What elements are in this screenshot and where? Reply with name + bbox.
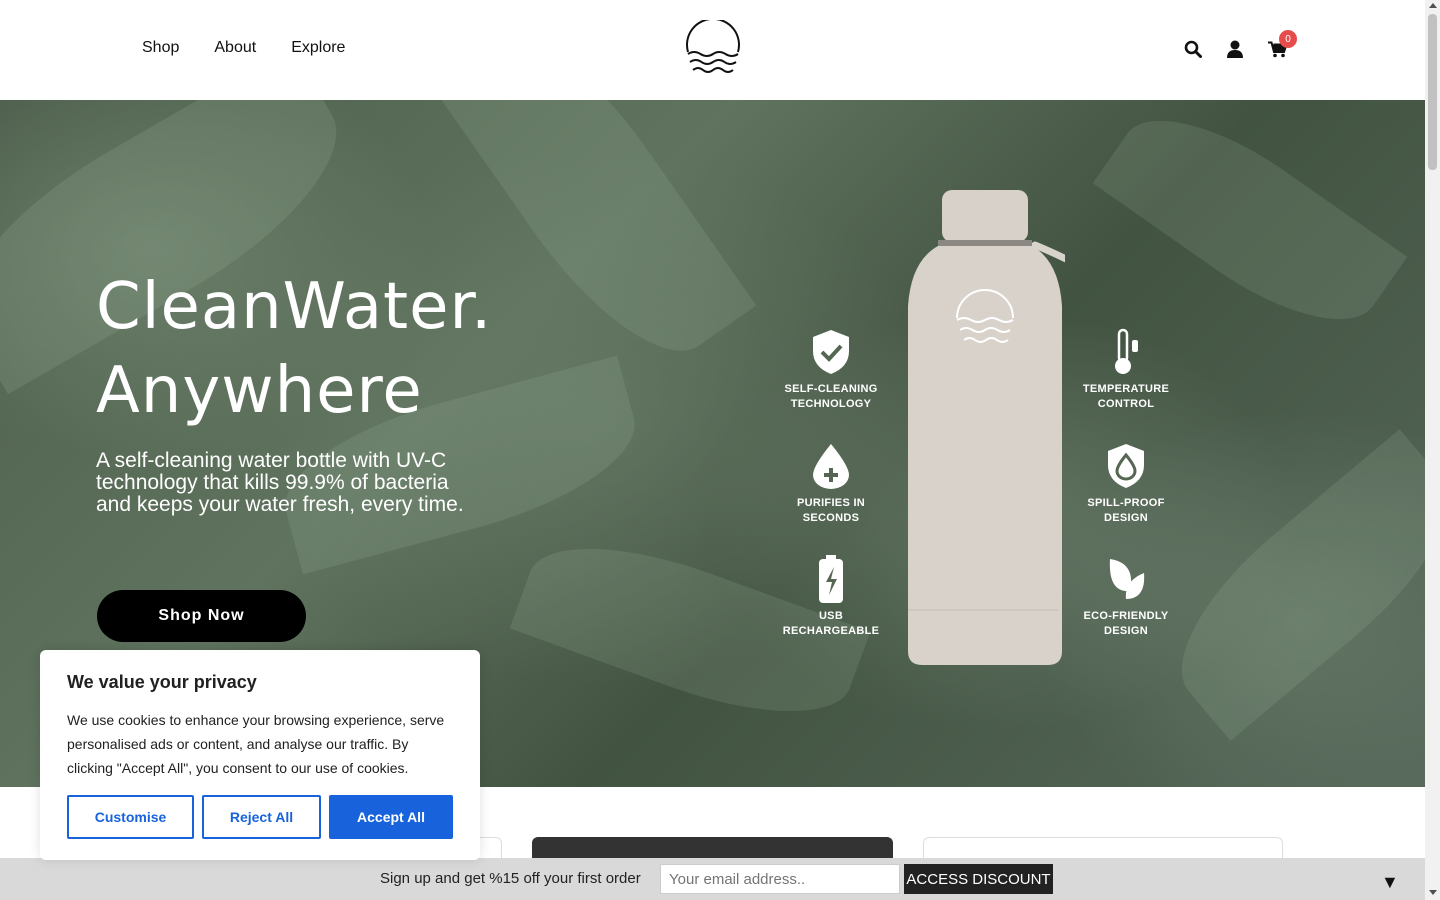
feature-label: PURIFIES IN SECONDS — [796, 497, 866, 524]
background-leaf — [1092, 100, 1408, 356]
page-scrollbar[interactable] — [1425, 0, 1440, 900]
hero-title-line-1: CleanWater. — [96, 270, 493, 344]
scroll-down-icon[interactable] — [1429, 890, 1437, 895]
battery-icon — [819, 555, 843, 603]
email-input[interactable] — [660, 864, 900, 894]
feature-purifies: PURIFIES IN SECONDS — [776, 442, 886, 526]
feature-label: SELF-CLEANING TECHNOLOGY — [784, 383, 878, 410]
cart-count-badge: 0 — [1279, 30, 1297, 48]
drop-plus-icon — [813, 444, 849, 489]
access-discount-button[interactable]: ACCESS DISCOUNT — [904, 864, 1053, 894]
feature-usb: USB RECHARGEABLE — [776, 555, 886, 639]
header-actions: 0 — [1183, 30, 1297, 59]
cookie-consent-banner: We value your privacy We use cookies to … — [40, 650, 480, 860]
logo-icon[interactable] — [684, 20, 742, 80]
hero-title-line-2: Anywhere — [96, 354, 423, 428]
reject-all-button[interactable]: Reject All — [202, 795, 321, 839]
collapse-toggle-icon[interactable]: ▼ — [1381, 872, 1399, 893]
feature-self-cleaning: SELF-CLEANING TECHNOLOGY — [776, 328, 886, 412]
hero-subtitle: A self-cleaning water bottle with UV-C t… — [96, 449, 464, 516]
thermometer-icon — [1115, 328, 1138, 374]
nav-explore[interactable]: Explore — [291, 39, 345, 57]
cart-icon[interactable]: 0 — [1267, 30, 1297, 59]
feature-label: SPILL-PROOF DESIGN — [1087, 497, 1165, 524]
nav-about[interactable]: About — [214, 39, 256, 57]
leaf-icon — [1109, 559, 1145, 599]
feature-label: USB RECHARGEABLE — [782, 610, 880, 637]
feature-spill-proof: SPILL-PROOF DESIGN — [1071, 442, 1181, 526]
feature-temperature: TEMPERATURE CONTROL — [1071, 328, 1181, 412]
nav-shop[interactable]: Shop — [142, 39, 179, 57]
background-leaf — [1146, 429, 1425, 741]
scrollbar-thumb[interactable] — [1428, 14, 1437, 170]
shop-now-button[interactable]: Shop Now — [97, 590, 306, 642]
feature-label: TEMPERATURE CONTROL — [1082, 383, 1170, 410]
accept-all-button[interactable]: Accept All — [329, 795, 453, 839]
bottle-image — [908, 190, 1065, 665]
signup-text: Sign up and get %15 off your first order — [380, 870, 641, 887]
feature-eco-friendly: ECO-FRIENDLY DESIGN — [1071, 555, 1181, 639]
scroll-up-icon[interactable] — [1429, 3, 1437, 8]
shield-drop-icon — [1108, 444, 1144, 488]
cookie-title: We value your privacy — [67, 672, 257, 692]
main-nav: Shop About Explore — [142, 39, 380, 57]
feature-label: ECO-FRIENDLY DESIGN — [1083, 610, 1169, 637]
search-icon[interactable] — [1183, 39, 1203, 59]
site-header: Shop About Explore 0 — [0, 0, 1425, 100]
cookie-body: We use cookies to enhance your browsing … — [67, 712, 445, 776]
shield-check-icon — [813, 330, 849, 374]
user-icon[interactable] — [1225, 39, 1245, 59]
signup-bar: Sign up and get %15 off your first order… — [0, 858, 1425, 900]
hero-title: CleanWater. Anywhere — [96, 265, 492, 433]
customise-button[interactable]: Customise — [67, 795, 194, 839]
